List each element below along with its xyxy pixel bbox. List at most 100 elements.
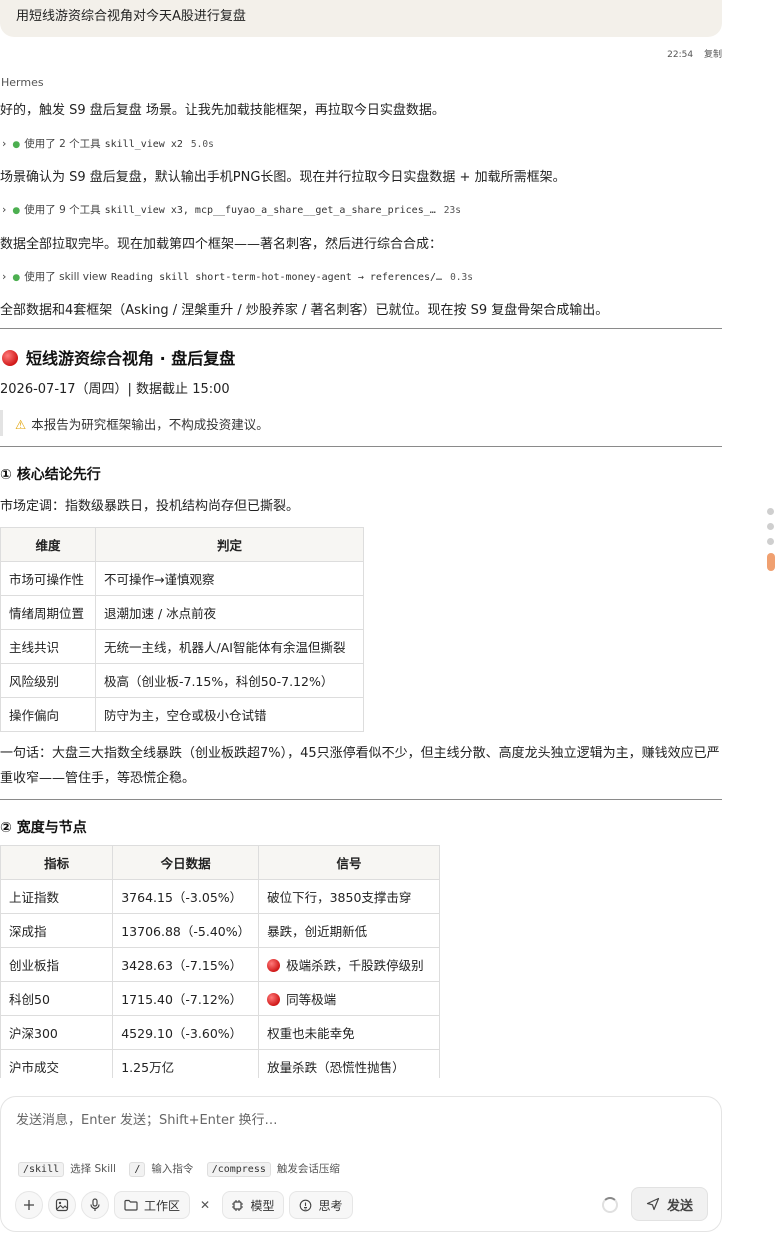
scroll-dot-active[interactable] <box>767 553 775 571</box>
table-cell: 放量杀跌（恐慌性抛售） <box>258 1049 440 1078</box>
think-label: 思考 <box>318 1198 343 1213</box>
table-cell: 不可操作→谨慎观察 <box>95 561 364 596</box>
table-row: 创业板指 3428.63（-7.15%） 极端杀跌，千股跌停级别 <box>0 947 440 982</box>
tool-call-time: 5.0s <box>190 139 214 150</box>
section-heading-2: ② 宽度与节点 <box>0 820 87 836</box>
scroll-dot[interactable] <box>767 523 774 530</box>
command-hints: /skill 选择 Skill / 输入指令 /compress 触发会话压缩 <box>18 1161 350 1177</box>
tool-call-detail: skill_view x2 <box>104 139 183 150</box>
breadth-table: 指标 今日数据 信号 上证指数 3764.15（-3.05%） 破位下行，3850支… <box>0 845 440 1078</box>
model-button[interactable]: 模型 <box>222 1191 284 1219</box>
table-cell: 4529.10（-3.60%） <box>112 1015 260 1050</box>
table-header: 指标 <box>0 845 114 880</box>
table-cell: 主线共识 <box>0 629 96 664</box>
user-message-bubble: 用短线游资综合视角对今天A股进行复盘 <box>0 0 722 37</box>
red-circle-icon <box>267 959 281 972</box>
scroll-position-indicator <box>766 508 775 571</box>
signal-text: 破位下行，3850支撑击穿 <box>267 890 412 905</box>
table-cell: 13706.88（-5.40%） <box>112 913 260 948</box>
signal-text: 放量杀跌（恐慌性抛售） <box>267 1060 405 1075</box>
workspace-label: 工作区 <box>143 1198 180 1213</box>
table-cell: 上证指数 <box>0 879 114 914</box>
bulb-icon <box>300 1199 312 1211</box>
copy-button[interactable]: 复制 <box>704 50 722 60</box>
tool-call-time: 0.3s <box>450 272 473 283</box>
hint-text: 选择 Skill <box>70 1163 116 1175</box>
table-row: 操作偏向 防守为主，空仓或极小仓试错 <box>0 697 364 732</box>
table-cell: 权重也未能幸免 <box>258 1015 440 1050</box>
table-cell: 1.25万亿 <box>112 1049 260 1078</box>
section-heading-1: ① 核心结论先行 <box>0 467 101 483</box>
tool-call-2[interactable]: › ● 使用了 9 个工具 skill_view x3, mcp__fuyao_a_s… <box>2 202 461 217</box>
tool-call-label: 使用了 2 个工具 <box>24 138 101 150</box>
report-date: 2026-07-17（周四）| 数据截止 15:00 <box>0 382 230 397</box>
scroll-dot[interactable] <box>767 508 774 515</box>
tool-call-1[interactable]: › ● 使用了 2 个工具 skill_view x2 5.0s <box>2 136 214 151</box>
table-cell: 科创50 <box>0 981 114 1016</box>
tool-call-detail: Reading skill short-term-hot-money-agent… <box>110 272 443 283</box>
signal-text: 权重也未能幸免 <box>267 1026 355 1041</box>
table-cell: 沪深300 <box>0 1015 114 1050</box>
assistant-line-1: 好的，触发 S9 盘后复盘 场景。让我先加载技能框架，再拉取今日实盘数据。 <box>0 103 445 118</box>
image-button[interactable] <box>48 1191 76 1219</box>
signal-text: 暴跌，创近期新低 <box>267 924 368 939</box>
table-row: 科创50 1715.40（-7.12%） 同等极端 <box>0 981 440 1016</box>
assistant-name: Hermes <box>1 76 44 89</box>
table-cell: 深成指 <box>0 913 114 948</box>
disclaimer-text: 本报告为研究框架输出，不构成投资建议。 <box>31 417 269 432</box>
table-cell: 极高（创业板-7.15%，科创50-7.12%） <box>95 663 364 698</box>
chip-icon <box>232 1199 244 1211</box>
table-cell: 风险级别 <box>0 663 96 698</box>
clear-workspace-button[interactable]: ✕ <box>195 1191 215 1219</box>
table-row: 情绪周期位置 退潮加速 / 冰点前夜 <box>0 595 364 630</box>
send-icon <box>646 1197 660 1211</box>
table-header: 今日数据 <box>112 845 260 880</box>
table-cell: 市场可操作性 <box>0 561 96 596</box>
message-meta: 22:54 复制 <box>0 47 722 60</box>
slash-command-chip[interactable]: / <box>129 1162 146 1177</box>
breadth-table-viewport[interactable]: 指标 今日数据 信号 上证指数 3764.15（-3.05%） 破位下行，3850支… <box>0 845 440 1078</box>
tool-call-3[interactable]: › ● 使用了 skill view Reading skill short-term… <box>2 269 473 284</box>
red-circle-icon <box>267 993 281 1006</box>
tool-call-label: 使用了 skill view <box>24 271 107 283</box>
mic-icon <box>90 1198 100 1211</box>
message-time: 22:54 <box>667 50 694 60</box>
red-circle-icon <box>2 350 18 366</box>
table-cell: 操作偏向 <box>0 697 96 732</box>
skill-command-chip[interactable]: /skill <box>18 1162 65 1177</box>
add-button[interactable] <box>15 1191 43 1219</box>
table-cell: 1715.40（-7.12%） <box>112 981 260 1016</box>
table-header-row: 指标 今日数据 信号 <box>0 845 440 880</box>
send-label: 发送 <box>666 1198 693 1214</box>
status-dot-icon: ● <box>12 206 21 216</box>
table-cell: 创业板指 <box>0 947 114 982</box>
spinner-icon <box>602 1197 618 1213</box>
think-button[interactable]: 思考 <box>289 1191 353 1219</box>
table-header: 信号 <box>258 845 440 880</box>
table-row: 深成指 13706.88（-5.40%） 暴跌，创近期新低 <box>0 913 440 948</box>
workspace-button[interactable]: 工作区 <box>114 1191 190 1219</box>
mic-button[interactable] <box>81 1191 109 1219</box>
signal-text: 同等极端 <box>286 992 337 1007</box>
table-row: 风险级别 极高（创业板-7.15%，科创50-7.12%） <box>0 663 364 698</box>
report-title-text: 短线游资综合视角 · 盘后复盘 <box>26 349 236 368</box>
warning-icon: ⚠ <box>15 417 27 432</box>
table-cell: 退潮加速 / 冰点前夜 <box>95 595 364 630</box>
hint-text: 触发会话压缩 <box>276 1163 340 1175</box>
compress-command-chip[interactable]: /compress <box>206 1162 271 1177</box>
user-message-text: 用短线游资综合视角对今天A股进行复盘 <box>16 9 246 24</box>
send-button[interactable]: 发送 <box>631 1187 708 1221</box>
tool-call-detail: skill_view x3, mcp__fuyao_a_share__get_a… <box>104 205 436 216</box>
chevron-right-icon: › <box>2 270 7 283</box>
scroll-dot[interactable] <box>767 538 774 545</box>
table-row: 沪深300 4529.10（-3.60%） 权重也未能幸免 <box>0 1015 440 1050</box>
report-title: 短线游资综合视角 · 盘后复盘 <box>2 345 235 369</box>
folder-icon <box>124 1199 138 1211</box>
table-header: 维度 <box>0 527 96 562</box>
tool-call-time: 23s <box>443 205 461 216</box>
table-cell: 极端杀跌，千股跌停级别 <box>258 947 440 982</box>
message-input[interactable] <box>16 1113 706 1128</box>
status-dot-icon: ● <box>12 140 21 150</box>
model-label: 模型 <box>250 1198 275 1213</box>
plus-icon <box>24 1200 34 1210</box>
